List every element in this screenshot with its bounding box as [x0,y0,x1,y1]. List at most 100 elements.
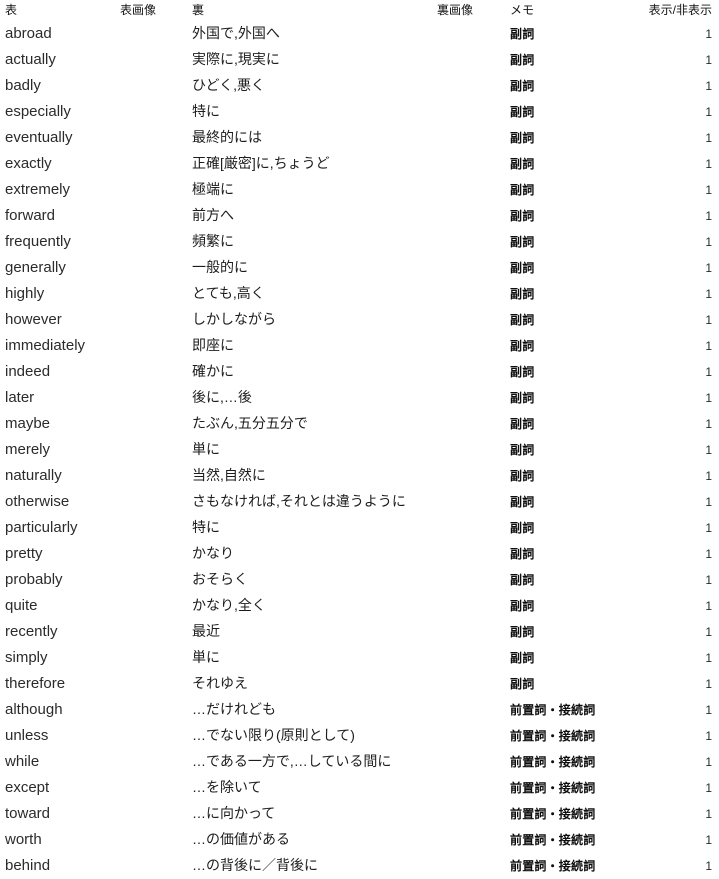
table-row[interactable]: badly ひどく,悪く 副詞 1 [0,73,719,99]
table-row[interactable]: especially 特に 副詞 1 [0,99,719,125]
cell-front[interactable]: later [0,385,120,411]
cell-front[interactable]: merely [0,437,120,463]
cell-front-image[interactable] [120,47,186,73]
cell-back-image[interactable] [437,801,505,827]
cell-back-image[interactable] [437,723,505,749]
cell-visibility[interactable]: 1 [637,515,719,541]
cell-front[interactable]: generally [0,255,120,281]
cell-visibility[interactable]: 1 [637,593,719,619]
cell-front-image[interactable] [120,567,186,593]
cell-memo[interactable]: 副詞 [505,21,637,47]
cell-visibility[interactable]: 1 [637,359,719,385]
cell-back-image[interactable] [437,73,505,99]
cell-front-image[interactable] [120,255,186,281]
cell-back[interactable]: …を除いて [186,775,437,801]
cell-visibility[interactable]: 1 [637,567,719,593]
table-row[interactable]: recently 最近 副詞 1 [0,619,719,645]
cell-memo[interactable]: 副詞 [505,307,637,333]
cell-back[interactable]: それゆえ [186,671,437,697]
cell-front[interactable]: unless [0,723,120,749]
cell-front-image[interactable] [120,723,186,749]
cell-back-image[interactable] [437,697,505,723]
cell-memo[interactable]: 副詞 [505,125,637,151]
cell-front-image[interactable] [120,619,186,645]
cell-back[interactable]: おそらく [186,567,437,593]
cell-back[interactable]: 極端に [186,177,437,203]
table-row[interactable]: unless …でない限り(原則として) 前置詞・接続詞 1 [0,723,719,749]
cell-back[interactable]: 頻繁に [186,229,437,255]
cell-visibility[interactable]: 1 [637,255,719,281]
table-row[interactable]: although …だけれども 前置詞・接続詞 1 [0,697,719,723]
cell-memo[interactable]: 副詞 [505,151,637,177]
column-header-visibility[interactable]: 表示/非表示 [637,0,719,21]
cell-memo[interactable]: 副詞 [505,463,637,489]
cell-front[interactable]: frequently [0,229,120,255]
cell-front[interactable]: especially [0,99,120,125]
cell-back-image[interactable] [437,853,505,879]
cell-back-image[interactable] [437,177,505,203]
cell-front-image[interactable] [120,645,186,671]
cell-front[interactable]: toward [0,801,120,827]
cell-visibility[interactable]: 1 [637,229,719,255]
cell-back[interactable]: 確かに [186,359,437,385]
cell-memo[interactable]: 副詞 [505,541,637,567]
cell-back[interactable]: 当然,自然に [186,463,437,489]
cell-front-image[interactable] [120,177,186,203]
table-row[interactable]: actually 実際に,現実に 副詞 1 [0,47,719,73]
cell-back[interactable]: 特に [186,515,437,541]
cell-memo[interactable]: 副詞 [505,73,637,99]
cell-front-image[interactable] [120,775,186,801]
cell-memo[interactable]: 副詞 [505,203,637,229]
cell-visibility[interactable]: 1 [637,775,719,801]
cell-front-image[interactable] [120,489,186,515]
cell-back[interactable]: 最近 [186,619,437,645]
cell-back-image[interactable] [437,489,505,515]
column-header-back-image[interactable]: 裏画像 [437,0,505,21]
cell-front-image[interactable] [120,593,186,619]
table-row[interactable]: later 後に,…後 副詞 1 [0,385,719,411]
cell-front[interactable]: simply [0,645,120,671]
cell-front[interactable]: behind [0,853,120,879]
table-row[interactable]: simply 単に 副詞 1 [0,645,719,671]
cell-back[interactable]: 単に [186,437,437,463]
cell-front[interactable]: immediately [0,333,120,359]
cell-front[interactable]: worth [0,827,120,853]
cell-back-image[interactable] [437,359,505,385]
cell-back[interactable]: 正確[厳密]に,ちょうど [186,151,437,177]
cell-back-image[interactable] [437,307,505,333]
cell-front[interactable]: however [0,307,120,333]
cell-visibility[interactable]: 1 [637,801,719,827]
cell-back-image[interactable] [437,229,505,255]
table-row[interactable]: however しかしながら 副詞 1 [0,307,719,333]
cell-front-image[interactable] [120,73,186,99]
cell-back-image[interactable] [437,151,505,177]
cell-memo[interactable]: 前置詞・接続詞 [505,801,637,827]
cell-back-image[interactable] [437,593,505,619]
table-row[interactable]: behind …の背後に／背後に 前置詞・接続詞 1 [0,853,719,879]
cell-visibility[interactable]: 1 [637,177,719,203]
cell-back[interactable]: 後に,…後 [186,385,437,411]
cell-back[interactable]: …である一方で,…している間に [186,749,437,775]
cell-front-image[interactable] [120,853,186,879]
cell-visibility[interactable]: 1 [637,463,719,489]
cell-visibility[interactable]: 1 [637,333,719,359]
cell-back[interactable]: とても,高く [186,281,437,307]
table-row[interactable]: except …を除いて 前置詞・接続詞 1 [0,775,719,801]
table-row[interactable]: forward 前方へ 副詞 1 [0,203,719,229]
column-header-back[interactable]: 裏 [186,0,437,21]
cell-back-image[interactable] [437,47,505,73]
cell-front[interactable]: badly [0,73,120,99]
cell-front-image[interactable] [120,203,186,229]
cell-memo[interactable]: 副詞 [505,99,637,125]
cell-back-image[interactable] [437,125,505,151]
cell-memo[interactable]: 副詞 [505,671,637,697]
cell-back[interactable]: かなり [186,541,437,567]
cell-memo[interactable]: 副詞 [505,619,637,645]
cell-visibility[interactable]: 1 [637,307,719,333]
cell-visibility[interactable]: 1 [637,619,719,645]
cell-front-image[interactable] [120,541,186,567]
column-header-front-image[interactable]: 表画像 [120,0,186,21]
cell-memo[interactable]: 前置詞・接続詞 [505,697,637,723]
cell-visibility[interactable]: 1 [637,749,719,775]
table-row[interactable]: extremely 極端に 副詞 1 [0,177,719,203]
